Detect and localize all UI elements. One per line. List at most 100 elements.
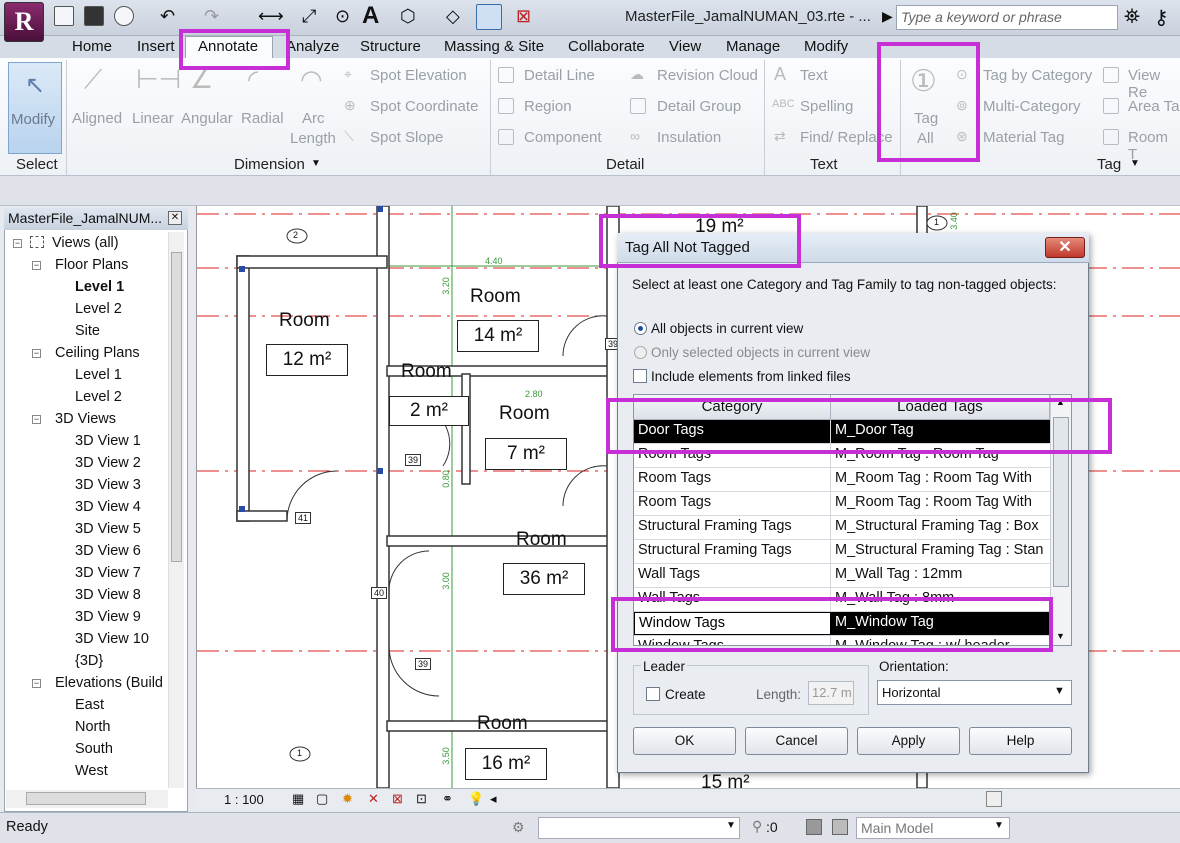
tab-analyze[interactable]: Analyze [286, 38, 339, 55]
tree-elevation[interactable]: North [75, 719, 110, 735]
redo-icon[interactable]: ↷ [204, 6, 219, 27]
radial-button[interactable]: Radial [241, 110, 284, 127]
tree-3d-view[interactable]: {3D} [75, 653, 103, 669]
radio-all-objects[interactable] [634, 322, 647, 335]
table-row[interactable]: Room Tags M_Room Tag : Room Tag With [634, 492, 1050, 516]
room-name[interactable]: Room [477, 713, 528, 735]
spot-slope-button[interactable]: Spot Slope [370, 129, 443, 146]
tab-manage[interactable]: Manage [726, 38, 780, 55]
tree-3d-view[interactable]: 3D View 6 [75, 543, 141, 559]
length-input[interactable]: 12.7 m [808, 681, 854, 705]
close-icon[interactable]: ✕ [168, 211, 182, 225]
radio-selected-objects-label[interactable]: Only selected objects in current view [651, 345, 870, 360]
tree-floor-level-2[interactable]: Level 2 [75, 301, 122, 317]
tree-3d-view[interactable]: 3D View 2 [75, 455, 141, 471]
scroll-thumb[interactable] [986, 791, 1002, 807]
browser-vertical-scrollbar[interactable] [168, 232, 184, 788]
room-name[interactable]: Room [499, 403, 550, 425]
workset-dropdown[interactable] [538, 817, 740, 839]
visual-style-icon[interactable]: ▢ [316, 791, 328, 807]
create-leader-checkbox[interactable] [646, 687, 660, 701]
application-menu-button[interactable]: R [4, 2, 44, 42]
cell-loaded-tag[interactable]: M_Structural Framing Tag : Box [831, 516, 1050, 539]
tree-3d-view[interactable]: 3D View 5 [75, 521, 141, 537]
table-row[interactable]: Room Tags M_Room Tag : Room Tag With [634, 468, 1050, 492]
scroll-left-icon[interactable]: ◂ [490, 791, 497, 807]
text-icon[interactable]: A [362, 2, 379, 30]
save-icon[interactable] [84, 6, 104, 26]
sync-icon[interactable] [114, 6, 134, 26]
cell-category[interactable]: Structural Framing Tags [634, 516, 831, 539]
radio-all-objects-label[interactable]: All objects in current view [651, 321, 803, 336]
tree-3d-view[interactable]: 3D View 9 [75, 609, 141, 625]
spelling-button[interactable]: Spelling [800, 98, 853, 115]
modify-button[interactable]: ↖ Modify [8, 62, 62, 154]
aligned-button[interactable]: Aligned [72, 110, 122, 127]
panel-tag-title[interactable]: Tag [1097, 156, 1121, 173]
linear-button[interactable]: Linear [132, 110, 174, 127]
design-option-dropdown[interactable]: Main Model [856, 817, 1010, 839]
room-name[interactable]: Room [516, 529, 567, 551]
insulation-button[interactable]: Insulation [657, 129, 721, 146]
tree-elevation[interactable]: East [75, 697, 104, 713]
filter-icon[interactable]: ⚲ [752, 818, 762, 835]
table-row[interactable]: Wall Tags M_Wall Tag : 12mm [634, 564, 1050, 588]
apply-button[interactable]: Apply [857, 727, 960, 755]
tab-view[interactable]: View [669, 38, 701, 55]
reveal-hidden-icon[interactable]: 💡 [468, 791, 484, 807]
shadows-icon[interactable]: ✕ [368, 791, 379, 807]
tab-insert[interactable]: Insert [137, 38, 175, 55]
multi-category-button[interactable]: Multi-Category [983, 98, 1081, 115]
room-area[interactable]: 14 m² [457, 320, 539, 352]
grid-tag[interactable]: 2 [293, 230, 298, 240]
dialog-close-button[interactable]: ✕ [1045, 237, 1085, 258]
tag-icon[interactable]: ⊙ [335, 6, 350, 27]
tree-ceiling-level-1[interactable]: Level 1 [75, 367, 122, 383]
editable-only-icon[interactable] [832, 819, 848, 835]
binoculars-icon[interactable]: ⛯ [1124, 6, 1140, 29]
tab-home[interactable]: Home [72, 38, 112, 55]
scroll-thumb[interactable] [171, 252, 182, 562]
help-button[interactable]: Help [969, 727, 1072, 755]
tab-collaborate[interactable]: Collaborate [568, 38, 645, 55]
collapse-icon[interactable]: − [32, 349, 41, 358]
include-linked-label[interactable]: Include elements from linked files [651, 369, 851, 384]
include-linked-checkbox[interactable] [633, 369, 647, 383]
tree-3d-view[interactable]: 3D View 1 [75, 433, 141, 449]
cell-loaded-tag[interactable]: M_Wall Tag : 12mm [831, 564, 1050, 587]
tab-modify[interactable]: Modify [804, 38, 848, 55]
thin-lines-icon[interactable] [476, 4, 502, 30]
region-button[interactable]: Region [524, 98, 572, 115]
room-area[interactable]: 36 m² [503, 563, 585, 595]
scroll-thumb[interactable] [26, 792, 146, 805]
key-icon[interactable]: ⚷ [1154, 5, 1169, 30]
dropdown-arrow-icon[interactable]: ▼ [994, 820, 1004, 831]
room-area-partial[interactable]: 15 m² [701, 772, 750, 788]
material-tag-button[interactable]: Material Tag [983, 129, 1064, 146]
revision-cloud-button[interactable]: Revision Cloud [657, 67, 758, 84]
tree-ceiling-plans[interactable]: Ceiling Plans [55, 345, 140, 361]
cell-category[interactable]: Room Tags [634, 468, 831, 491]
room-area[interactable]: 16 m² [465, 748, 547, 780]
tree-floor-level-1[interactable]: Level 1 [75, 279, 124, 295]
workset-icon[interactable]: ⚙ [512, 819, 525, 836]
tree-3d-view[interactable]: 3D View 8 [75, 587, 141, 603]
grid-tag[interactable]: 1 [934, 217, 939, 227]
tree-3d-view[interactable]: 3D View 3 [75, 477, 141, 493]
orientation-select[interactable]: Horizontal [877, 680, 1072, 705]
undo-icon[interactable]: ↶ [160, 6, 175, 27]
collapse-icon[interactable]: − [13, 239, 22, 248]
open-icon[interactable] [54, 6, 74, 26]
panel-dimension-title[interactable]: Dimension [234, 156, 305, 173]
view-reference-button[interactable]: View Re [1128, 67, 1180, 101]
show-crop-icon[interactable]: ⊡ [416, 791, 427, 807]
spot-elevation-button[interactable]: Spot Elevation [370, 67, 467, 84]
door-tag[interactable]: 41 [295, 512, 312, 524]
tree-3d-view[interactable]: 3D View 7 [75, 565, 141, 581]
cell-loaded-tag[interactable]: M_Structural Framing Tag : Stan [831, 540, 1050, 563]
close-hidden-windows-icon[interactable]: ⊠ [516, 6, 531, 27]
angular-button[interactable]: Angular [181, 110, 233, 127]
arc-length-button-line1[interactable]: Arc [302, 110, 325, 127]
dropdown-arrow-icon[interactable]: ▼ [726, 820, 736, 831]
cell-loaded-tag[interactable]: M_Room Tag : Room Tag With [831, 468, 1050, 491]
